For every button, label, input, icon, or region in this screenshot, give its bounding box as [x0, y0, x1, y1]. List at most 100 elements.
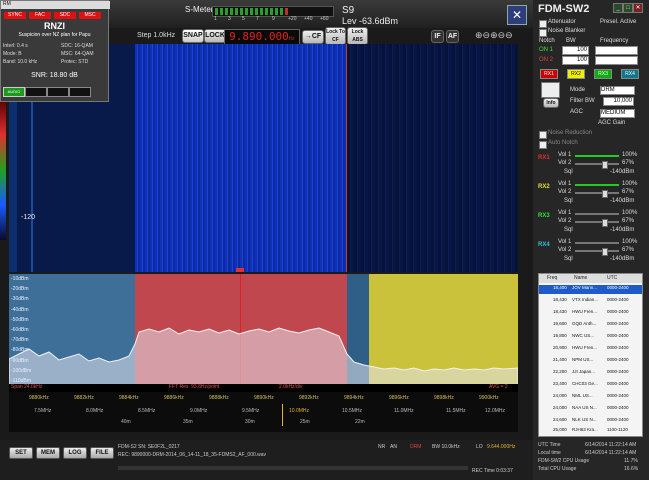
frequency-display[interactable]: 9.890.000Hz	[224, 29, 300, 45]
vol1-slider[interactable]	[575, 184, 619, 186]
minimize-icon[interactable]: _	[613, 3, 623, 13]
lock-button[interactable]: LOCK	[204, 29, 226, 43]
rx1-tab[interactable]: RX1	[540, 69, 558, 79]
lock-to-cf-button[interactable]: Lock To CF	[325, 27, 346, 45]
rx4-tab[interactable]: RX4	[621, 69, 639, 79]
filter-bw-field[interactable]: 10,000	[603, 97, 634, 106]
to-cf-button[interactable]: →CF	[302, 30, 324, 44]
maximize-icon[interactable]: □	[623, 3, 633, 13]
frequency-scale[interactable]: 9880kHz 9882kHz 9884kHz 9886kHz 9888kHz …	[9, 392, 518, 432]
notch-1-freq[interactable]	[595, 46, 638, 55]
vol2-knob[interactable]	[602, 219, 608, 227]
noise-blanker-checkbox[interactable]	[539, 29, 547, 37]
file-button[interactable]: FILE	[90, 447, 114, 459]
spectrum-display[interactable]: -10dBm -20dBm -30dBm -40dBm -50dBm -60dB…	[9, 274, 518, 384]
notch-2-bw[interactable]: 100	[562, 56, 589, 65]
log-button[interactable]: LOG	[63, 447, 87, 459]
mem-button[interactable]: MEM	[36, 447, 60, 459]
af-button[interactable]: AF	[446, 30, 459, 43]
smeter-seg	[265, 8, 268, 15]
list-item[interactable]: 19,600 GQD Anth... 0000-2400	[539, 321, 642, 330]
attenuator-checkbox[interactable]	[539, 20, 547, 28]
list-header: Freq Name UTC	[539, 274, 642, 283]
auto-notch-checkbox[interactable]	[539, 141, 547, 149]
msc-qam: MSC: 64-QAM	[61, 51, 94, 57]
speaker-icon[interactable]	[541, 82, 560, 98]
nr-indicator[interactable]: NR	[378, 444, 385, 450]
smeter-label: S-Meter	[185, 5, 214, 14]
frequency-label: Frequency	[600, 38, 629, 44]
if-button[interactable]: IF	[431, 30, 444, 43]
attenuator-label: Attenuator	[548, 19, 576, 25]
vol1-slider[interactable]	[575, 213, 619, 215]
smeter-seg	[230, 8, 233, 15]
service-button[interactable]	[47, 87, 69, 97]
an-indicator[interactable]: AN	[390, 444, 397, 450]
list-item[interactable]: 23,400 CHC03 Ge... 0000-2400	[539, 381, 642, 390]
waterfall-marker	[346, 44, 347, 272]
vol2-knob[interactable]	[602, 190, 608, 198]
interleave: Interl: 0.4 s	[3, 43, 28, 49]
close-icon[interactable]: ✕	[633, 3, 643, 13]
notch-1-toggle[interactable]: ON 1	[539, 47, 553, 53]
notch-2-toggle[interactable]: ON 2	[539, 57, 553, 63]
list-item[interactable]: 24,000 NAA US N... 0000-2400	[539, 405, 642, 414]
record-file: REC: 9890000-DRM-2014_06_14-11_18_35-FDM…	[118, 452, 267, 458]
vol2-slider[interactable]	[575, 221, 619, 223]
smeter-seg	[260, 8, 263, 15]
zoom-icons[interactable]: ⊕⊖⊕⊖⊖	[475, 30, 513, 41]
tuning-marker-icon[interactable]	[236, 268, 244, 272]
preselector-label: Presel. Active	[600, 19, 637, 25]
list-item[interactable]: 22,200 JJI Japan... 0000-2400	[539, 369, 642, 378]
info-button[interactable]: Info	[543, 98, 559, 108]
list-item[interactable]: 18,430 VTX Indian... 0000-2400	[539, 297, 642, 306]
bandwidth: Band: 10.0 kHz	[3, 59, 38, 65]
list-item[interactable]: 18,430 HWU Fren... 0000-2400	[539, 309, 642, 318]
smeter-seg	[285, 8, 288, 15]
list-item[interactable]: 25,000 RJH63 Kra... 1100-1120	[539, 427, 642, 436]
smeter-seg	[270, 8, 273, 15]
vol2-slider[interactable]	[575, 163, 619, 165]
list-item[interactable]: 19,800 NWC US... 0000-2400	[539, 333, 642, 342]
vol2-slider[interactable]	[575, 192, 619, 194]
set-button[interactable]: SET	[9, 447, 33, 459]
agc-select[interactable]: MEDIUM	[600, 109, 635, 118]
noise-reduction-checkbox[interactable]	[539, 131, 547, 139]
vol2-slider[interactable]	[575, 250, 619, 252]
vol1-slider[interactable]	[575, 242, 619, 244]
step-label[interactable]: Step 1.0kHz	[137, 32, 175, 39]
service-button[interactable]	[25, 87, 47, 97]
popup-titlebar[interactable]: RM	[1, 1, 110, 9]
rx2-tab[interactable]: RX2	[567, 69, 585, 79]
notch-2-freq[interactable]	[595, 56, 638, 65]
list-item[interactable]: 18,400 JOV Mann... 0000-2400	[539, 285, 642, 294]
rx3-tab[interactable]: RX3	[594, 69, 612, 79]
service-button[interactable]	[69, 87, 91, 97]
smeter-scale: 1 3 5 7 9 +20 +40 +60	[214, 16, 329, 22]
drm-info-popup[interactable]: RM SYNC FAC SDC MSC RNZI Suspicion over …	[0, 0, 110, 102]
smeter-seg	[235, 8, 238, 15]
vol2-knob[interactable]	[602, 161, 608, 169]
close-icon[interactable]: ✕	[507, 5, 527, 25]
waterfall-level-label: -120	[21, 214, 36, 221]
list-item[interactable]: 24,000 NML US... 0000-2400	[539, 393, 642, 402]
notch-1-bw[interactable]: 100	[562, 46, 589, 55]
audio-button[interactable]: AUDIO	[3, 87, 25, 97]
list-item[interactable]: 20,900 HWU Fren... 0000-2400	[539, 345, 642, 354]
agc-label: AGC	[570, 109, 584, 115]
sdc-qam: SDC: 16-QAM	[61, 43, 93, 49]
frequency-list[interactable]: Freq Name UTC 18,400 JOV Mann... 0000-2400…	[538, 273, 643, 437]
program-text: Suspicion over NZ plan for Papu	[18, 32, 91, 38]
smeter-seg	[275, 8, 278, 15]
color-bar[interactable]	[0, 100, 6, 240]
vol1-slider[interactable]	[575, 155, 619, 157]
snr-readout: SNR: 18.80 dB	[31, 72, 78, 79]
list-item[interactable]: 24,600 NLK US N... 0000-2400	[539, 417, 642, 426]
vol2-knob[interactable]	[602, 248, 608, 256]
mode-select[interactable]: DRM	[600, 86, 635, 95]
s-reading: S9	[342, 5, 355, 16]
snap-button[interactable]: SNAP	[182, 29, 204, 43]
auto-notch-label: Auto Notch	[548, 140, 578, 146]
list-item[interactable]: 21,400 NPM US... 0000-2400	[539, 357, 642, 366]
lock-abs-button[interactable]: Lock ABS	[347, 27, 368, 45]
